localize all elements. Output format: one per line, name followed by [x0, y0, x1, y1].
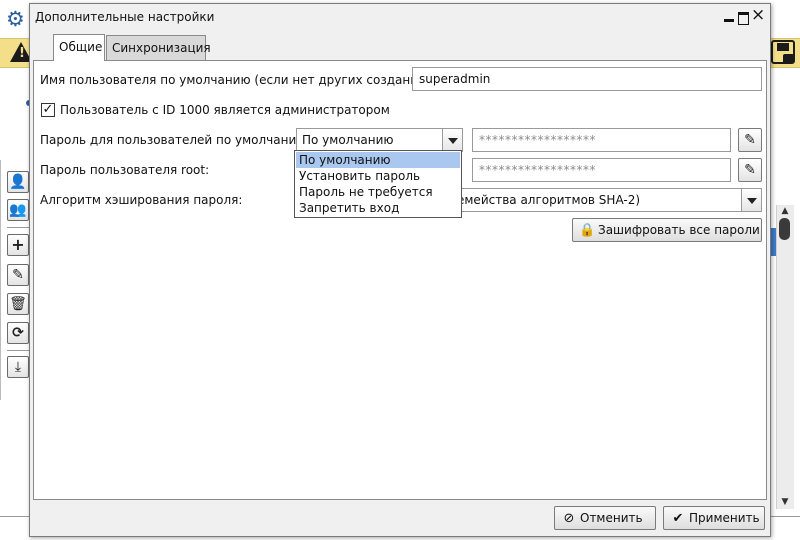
minimize-icon[interactable]: [722, 8, 736, 24]
tab-sync-label: Синхронизация: [112, 41, 211, 55]
plus-icon: +: [11, 235, 25, 254]
admin-checkbox[interactable]: ✓: [41, 103, 55, 117]
user-card-button[interactable]: 👤: [7, 171, 29, 193]
pencil-icon: ✎: [744, 162, 756, 178]
admin-checkbox-label: Пользователь с ID 1000 является админист…: [60, 103, 390, 117]
cancel-label: Отменить: [580, 511, 643, 525]
dropdown-option[interactable]: Установить пароль: [296, 168, 460, 184]
cancel-icon: ⊘: [563, 511, 575, 526]
scroll-up-icon[interactable]: ▲: [776, 205, 794, 217]
refresh-button[interactable]: ⟳: [7, 322, 29, 344]
apply-button[interactable]: ✔ Применить: [663, 506, 765, 530]
user-card-icon: 👤: [9, 174, 27, 190]
default-password-dropdown: По умолчанию Установить пароль Пароль не…: [294, 150, 462, 218]
hash-algo-value: емейства алгоритмов SHA-2): [457, 193, 641, 207]
tab-sync[interactable]: Синхронизация: [106, 35, 211, 60]
dropdown-option[interactable]: По умолчанию: [296, 152, 460, 168]
trash-icon: 🗑: [9, 296, 27, 312]
tab-panel-general: Имя пользователя по умолчанию (если нет …: [33, 60, 767, 500]
edit-root-password-button[interactable]: ✎: [738, 158, 762, 182]
dialog-title: Дополнительные настройки: [35, 10, 215, 24]
encrypt-all-button[interactable]: 🔒 Зашифровать все пароли: [572, 218, 762, 242]
default-user-input[interactable]: superadmin: [412, 67, 762, 91]
pencil-icon: ✎: [744, 132, 756, 148]
dropdown-option[interactable]: Пароль не требуется: [296, 184, 460, 200]
scroll-down-icon[interactable]: ▼: [776, 496, 794, 508]
settings-dialog: Дополнительные настройки × Общие Синхрон…: [29, 3, 771, 537]
tab-general-label: Общие: [59, 40, 103, 54]
default-password-combo[interactable]: По умолчанию: [296, 128, 463, 152]
lock-icon: 🔒: [579, 223, 596, 238]
default-password-field[interactable]: ******************: [472, 128, 731, 152]
default-password-label: Пароль для пользователей по умолчанию:: [40, 133, 311, 147]
edit-side-button[interactable]: ✎: [7, 264, 29, 286]
root-password-field[interactable]: ******************: [472, 158, 731, 182]
hash-algo-label: Алгоритм хэширования пароля:: [40, 193, 243, 207]
root-password-label: Пароль пользователя root:: [40, 163, 210, 177]
group-icon: 👥: [9, 202, 27, 218]
left-divider: [0, 160, 1, 400]
scroll-thumb[interactable]: [779, 218, 790, 240]
app-gear-icon: ⚙: [6, 7, 25, 31]
refresh-icon: ⟳: [12, 325, 24, 341]
group-button[interactable]: 👥: [7, 199, 29, 221]
encrypt-all-label: Зашифровать все пароли: [598, 223, 760, 237]
cancel-button[interactable]: ⊘ Отменить: [554, 506, 656, 530]
dropdown-option[interactable]: Запретить вход: [296, 200, 460, 216]
side-separator: [7, 350, 29, 351]
scrollbar[interactable]: [776, 205, 794, 509]
dialog-titlebar[interactable]: Дополнительные настройки ×: [30, 4, 770, 30]
chevron-down-icon[interactable]: [442, 128, 463, 152]
save-lock-icon[interactable]: [771, 40, 795, 64]
edit-default-password-button[interactable]: ✎: [738, 128, 762, 152]
edit-icon: ✎: [12, 267, 24, 283]
checkmark-icon: ✔: [672, 511, 684, 526]
bottom-divider-right: [770, 516, 800, 517]
download-icon: ⤓: [14, 359, 22, 375]
default-user-label: Имя пользователя по умолчанию (если нет …: [40, 73, 444, 87]
warning-exclamation-icon: !: [19, 46, 25, 61]
side-separator: [7, 227, 29, 228]
maximize-icon[interactable]: [736, 8, 750, 25]
tab-general[interactable]: Общие: [53, 34, 105, 61]
chevron-down-icon[interactable]: [741, 188, 762, 212]
apply-label: Применить: [689, 511, 760, 525]
default-password-combo-value: По умолчанию: [302, 133, 394, 147]
close-icon[interactable]: ×: [751, 7, 765, 24]
add-button[interactable]: +: [7, 234, 29, 256]
delete-button[interactable]: 🗑: [7, 293, 29, 315]
bottom-divider-left: [0, 516, 30, 517]
download-button[interactable]: ⤓: [7, 356, 29, 378]
